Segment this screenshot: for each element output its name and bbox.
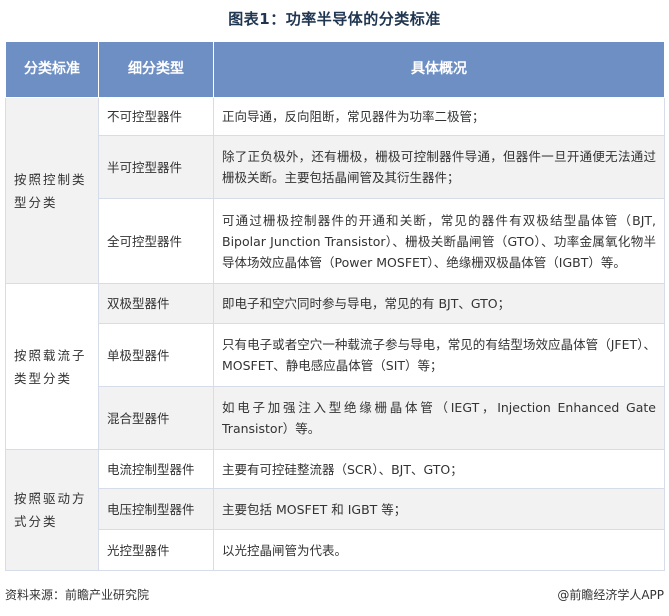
page-title: 图表1：功率半导体的分类标准: [228, 10, 441, 28]
header-subtype: 细分类型: [98, 41, 214, 98]
header-category: 分类标准: [5, 41, 99, 98]
table-row: 全可控型器件 可通过栅极控制器件的开通和关断，常见的器件有双极结型晶体管（BJT…: [6, 198, 665, 284]
table-header-row: 分类标准 细分类型 具体概况: [5, 41, 665, 98]
description-cell: 可通过栅极控制器件的开通和关断，常见的器件有双极结型晶体管（BJT, Bipol…: [213, 198, 665, 284]
header-description: 具体概况: [213, 41, 665, 98]
description-cell: 只有电子或者空穴一种载流子参与导电，常见的有结型场效应晶体管（JFET）、MOS…: [213, 323, 665, 387]
category-cell: 按照载流子类型分类: [5, 283, 99, 450]
table-row: 电压控制型器件 主要包括 MOSFET 和 IGBT 等；: [6, 488, 665, 530]
table-row: 按照控制类型分类 不可控型器件 正向导通，反向阻断，常见器件为功率二极管；: [5, 97, 665, 284]
table-row: 按照驱动方式分类 电流控制型器件 主要有可控硅整流器（SCR）、BJT、GTO；: [5, 449, 665, 571]
subtype-cell: 混合型器件: [98, 386, 214, 450]
table-row: 按照载流子类型分类 双极型器件 即电子和空穴同时参与导电，常见的有 BJT、GT…: [5, 283, 665, 450]
subtype-cell: 电流控制型器件: [98, 449, 214, 489]
subtype-cell: 单极型器件: [98, 323, 214, 387]
description-cell: 即电子和空穴同时参与导电，常见的有 BJT、GTO；: [213, 283, 665, 324]
subtype-cell: 半可控型器件: [98, 135, 214, 199]
description-cell: 主要有可控硅整流器（SCR）、BJT、GTO；: [213, 449, 665, 489]
subtype-cell: 光控型器件: [98, 529, 214, 571]
table-row: 半可控型器件 除了正负极外，还有栅极，栅极可控制器件导通，但器件一旦开通便无法通…: [6, 135, 665, 199]
description-cell: 正向导通，反向阻断，常见器件为功率二极管；: [213, 97, 665, 136]
subtype-cell: 不可控型器件: [98, 97, 214, 136]
brand-credit: @前瞻经济学人APP: [557, 588, 664, 602]
description-cell: 如电子加强注入型绝缘栅晶体管（IEGT，Injection Enhanced G…: [213, 386, 665, 450]
description-cell: 主要包括 MOSFET 和 IGBT 等；: [213, 488, 665, 530]
category-cell: 按照驱动方式分类: [5, 449, 99, 571]
subtype-cell: 全可控型器件: [98, 198, 214, 284]
table-row: 混合型器件 如电子加强注入型绝缘栅晶体管（IEGT，Injection Enha…: [6, 386, 665, 450]
table-row: 单极型器件 只有电子或者空穴一种载流子参与导电，常见的有结型场效应晶体管（JFE…: [6, 323, 665, 387]
description-cell: 除了正负极外，还有栅极，栅极可控制器件导通，但器件一旦开通便无法通过栅极关断。主…: [213, 135, 665, 199]
classification-table: 分类标准 细分类型 具体概况 按照控制类型分类 不可控型器件 正向导通，反向阻断…: [5, 41, 665, 571]
subtype-cell: 电压控制型器件: [98, 488, 214, 530]
subtype-cell: 双极型器件: [98, 283, 214, 324]
description-cell: 以光控晶闸管为代表。: [213, 529, 665, 571]
source-note: 资料来源：前瞻产业研究院: [5, 588, 150, 602]
table-row: 光控型器件 以光控晶闸管为代表。: [6, 529, 665, 571]
category-cell: 按照控制类型分类: [5, 97, 99, 284]
